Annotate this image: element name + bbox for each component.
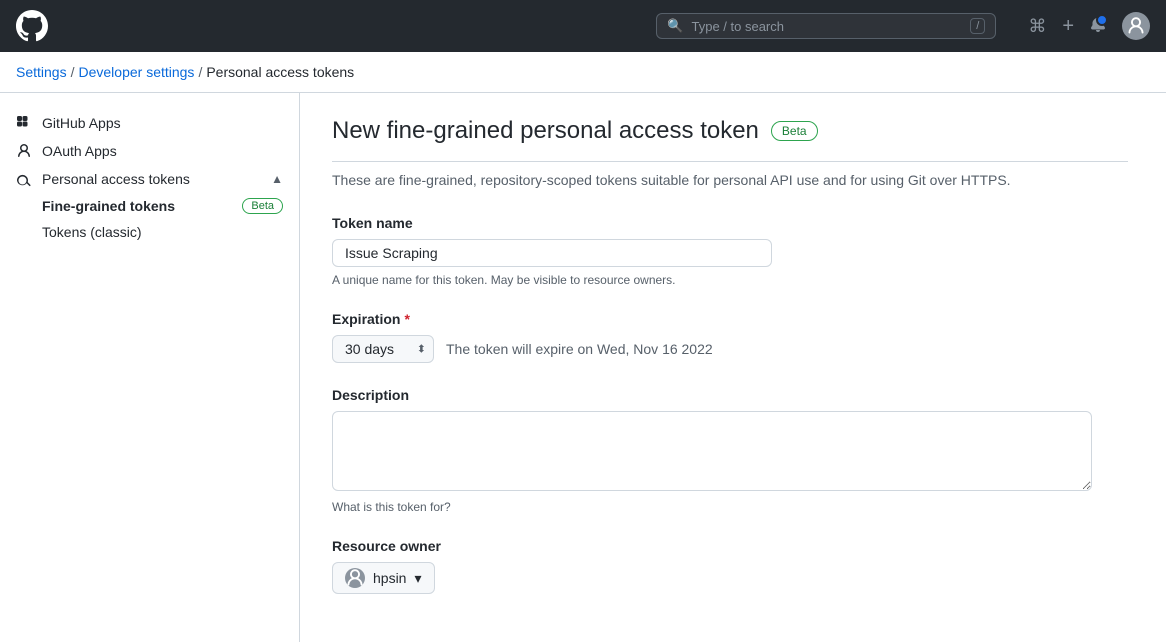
notifications-icon[interactable] xyxy=(1090,16,1106,37)
tokens-classic-label: Tokens (classic) xyxy=(42,224,283,240)
expiration-select[interactable]: 7 days 30 days 60 days 90 days Custom... xyxy=(332,335,434,363)
description-section: Description What is this token for? xyxy=(332,387,1128,514)
expiration-row: 7 days 30 days 60 days 90 days Custom...… xyxy=(332,335,1128,363)
expiration-section: Expiration * 7 days 30 days 60 days 90 d… xyxy=(332,311,1128,363)
owner-dropdown-icon: ▾ xyxy=(414,570,421,587)
oauth-apps-label: OAuth Apps xyxy=(42,143,283,159)
search-icon: 🔍 xyxy=(667,18,683,34)
sidebar-item-personal-access-tokens[interactable]: Personal access tokens ▲ xyxy=(0,165,299,193)
resource-owner-button[interactable]: hpsin ▾ xyxy=(332,562,435,594)
description-label: Description xyxy=(332,387,1128,403)
user-avatar[interactable] xyxy=(1122,12,1150,40)
sidebar-item-tokens-classic[interactable]: Tokens (classic) xyxy=(42,219,299,245)
person-icon xyxy=(16,143,32,159)
topnav-actions: ⌘ + xyxy=(1028,12,1150,40)
owner-name: hpsin xyxy=(373,570,406,586)
personal-access-tokens-label: Personal access tokens xyxy=(42,171,261,187)
resource-owner-section: Resource owner hpsin ▾ xyxy=(332,538,1128,594)
search-bar[interactable]: 🔍 Type / to search / xyxy=(656,13,996,39)
breadcrumb-sep-1: / xyxy=(71,64,75,80)
sidebar-item-oauth-apps[interactable]: OAuth Apps xyxy=(0,137,299,165)
breadcrumb-sep-2: / xyxy=(198,64,202,80)
expiration-note: The token will expire on Wed, Nov 16 202… xyxy=(446,341,713,357)
github-apps-label: GitHub Apps xyxy=(42,115,283,131)
fine-grained-badge: Beta xyxy=(242,198,283,214)
token-name-section: Token name A unique name for this token.… xyxy=(332,215,1128,287)
top-navigation: 🔍 Type / to search / ⌘ + xyxy=(0,0,1166,52)
sidebar-item-fine-grained-tokens[interactable]: Fine-grained tokens Beta xyxy=(42,193,299,219)
grid-icon xyxy=(16,115,32,131)
owner-avatar xyxy=(345,568,365,588)
page-title-row: New fine-grained personal access token B… xyxy=(332,117,1128,162)
page-description: These are fine-grained, repository-scope… xyxy=(332,170,1128,191)
expiration-select-wrapper: 7 days 30 days 60 days 90 days Custom...… xyxy=(332,335,434,363)
key-icon xyxy=(16,171,32,187)
search-kbd: / xyxy=(970,18,985,34)
breadcrumb-current: Personal access tokens xyxy=(206,64,354,80)
fine-grained-tokens-label: Fine-grained tokens xyxy=(42,198,234,214)
sidebar: GitHub Apps OAuth Apps Personal access t… xyxy=(0,93,300,642)
token-name-input[interactable] xyxy=(332,239,772,267)
terminal-icon[interactable]: ⌘ xyxy=(1028,16,1046,37)
new-icon[interactable]: + xyxy=(1062,15,1074,38)
description-textarea[interactable] xyxy=(332,411,1092,491)
token-name-label: Token name xyxy=(332,215,1128,231)
description-hint: What is this token for? xyxy=(332,500,1128,514)
breadcrumb-developer-settings[interactable]: Developer settings xyxy=(78,64,194,80)
breadcrumb-settings[interactable]: Settings xyxy=(16,64,67,80)
search-placeholder: Type / to search xyxy=(692,19,963,34)
sidebar-item-github-apps[interactable]: GitHub Apps xyxy=(0,109,299,137)
expiration-label: Expiration * xyxy=(332,311,1128,327)
beta-badge: Beta xyxy=(771,121,818,141)
github-logo[interactable] xyxy=(16,10,48,42)
token-name-hint: A unique name for this token. May be vis… xyxy=(332,273,1128,287)
main-content: New fine-grained personal access token B… xyxy=(300,93,1160,642)
chevron-up-icon: ▲ xyxy=(271,172,283,186)
page-title: New fine-grained personal access token xyxy=(332,117,759,145)
page-layout: GitHub Apps OAuth Apps Personal access t… xyxy=(0,93,1166,642)
resource-owner-label: Resource owner xyxy=(332,538,1128,554)
expiration-required: * xyxy=(404,311,409,327)
breadcrumb: Settings / Developer settings / Personal… xyxy=(0,52,1166,93)
sidebar-sub-menu: Fine-grained tokens Beta Tokens (classic… xyxy=(0,193,299,245)
